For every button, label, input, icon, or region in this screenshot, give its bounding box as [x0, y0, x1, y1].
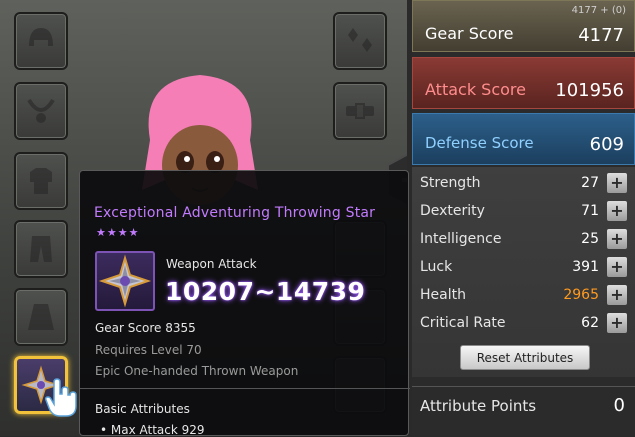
- slot-earring[interactable]: [333, 12, 387, 70]
- slot-necklace[interactable]: [14, 82, 68, 140]
- stat-value: 62: [581, 315, 599, 331]
- gear-score-value: 4177: [578, 25, 624, 46]
- gear-score-box: 4177 + (0) Gear Score 4177: [412, 0, 635, 52]
- item-star-rating: ★★★★: [96, 226, 140, 239]
- stat-row-luck: Luck 391 +: [412, 255, 635, 279]
- stat-label: Strength: [420, 175, 481, 191]
- stats-panel: 4177 + (0) Gear Score 4177 Attack Score …: [412, 0, 635, 436]
- plus-intelligence-button[interactable]: +: [607, 229, 627, 249]
- tooltip-divider: [80, 388, 410, 389]
- stat-row-health: Health 2965 +: [412, 283, 635, 307]
- weapon-attack-value: 10207~14739: [165, 277, 366, 306]
- cape-icon: [28, 304, 54, 330]
- plus-critical-rate-button[interactable]: +: [607, 313, 627, 333]
- stat-label: Critical Rate: [420, 315, 506, 331]
- attack-score-label: Attack Score: [425, 80, 526, 99]
- defense-score-label: Defense Score: [425, 134, 534, 152]
- helmet-icon: [29, 28, 53, 46]
- defense-score-box: Defense Score 609: [412, 113, 635, 165]
- attack-score-box: Attack Score 101956: [412, 57, 635, 109]
- defense-score-value: 609: [589, 134, 624, 155]
- earring-icon: [348, 28, 372, 52]
- item-gear-score: Gear Score 8355: [95, 321, 196, 335]
- stat-label: Intelligence: [420, 231, 502, 247]
- plus-health-button[interactable]: +: [607, 285, 627, 305]
- item-tooltip: Exceptional Adventuring Throwing Star ★★…: [79, 170, 410, 437]
- necklace-icon: [27, 98, 55, 123]
- top-armor-icon: [30, 168, 52, 194]
- gear-score-label: Gear Score: [425, 24, 514, 43]
- belt-icon: [346, 103, 374, 119]
- attribute-points-label: Attribute Points: [420, 397, 537, 415]
- attack-score-value: 101956: [555, 80, 624, 101]
- stat-label: Dexterity: [420, 203, 485, 219]
- plus-luck-button[interactable]: +: [607, 257, 627, 277]
- stat-value-health: 2965: [563, 287, 599, 303]
- pants-icon: [30, 236, 52, 262]
- stat-value: 27: [581, 175, 599, 191]
- item-icon-frame: [95, 251, 155, 311]
- item-type: Epic One-handed Thrown Weapon: [95, 364, 299, 378]
- slot-helmet[interactable]: [14, 12, 68, 70]
- item-name: Exceptional Adventuring Throwing Star: [94, 205, 376, 221]
- slot-belt[interactable]: [333, 82, 387, 140]
- stat-value: 391: [572, 259, 599, 275]
- plus-dexterity-button[interactable]: +: [607, 201, 627, 221]
- reset-attributes-button[interactable]: Reset Attributes: [460, 345, 590, 370]
- stat-row-critical-rate: Critical Rate 62 +: [412, 311, 635, 335]
- hand-cursor-icon: [45, 378, 77, 417]
- stat-value: 71: [581, 203, 599, 219]
- basic-attributes-header: Basic Attributes: [95, 402, 190, 416]
- stat-label: Luck: [420, 259, 453, 275]
- attribute-points-row: Attribute Points 0: [412, 386, 635, 427]
- max-attack-attribute: • Max Attack 929: [100, 423, 205, 437]
- attribute-points-value: 0: [613, 395, 625, 416]
- stat-row-dexterity: Dexterity 71 +: [412, 199, 635, 223]
- weapon-attack-label: Weapon Attack: [166, 257, 257, 271]
- stat-label: Health: [420, 287, 466, 303]
- item-level-requirement: Requires Level 70: [95, 343, 202, 357]
- gear-score-detail: 4177 + (0): [571, 5, 626, 16]
- plus-strength-button[interactable]: +: [607, 173, 627, 193]
- throwing-star-icon: [98, 254, 152, 308]
- slot-cape[interactable]: [14, 288, 68, 346]
- stat-row-intelligence: Intelligence 25 +: [412, 227, 635, 251]
- stat-row-strength: Strength 27 +: [412, 171, 635, 195]
- slot-bottom[interactable]: [14, 220, 68, 278]
- stat-value: 25: [581, 231, 599, 247]
- slot-top[interactable]: [14, 152, 68, 210]
